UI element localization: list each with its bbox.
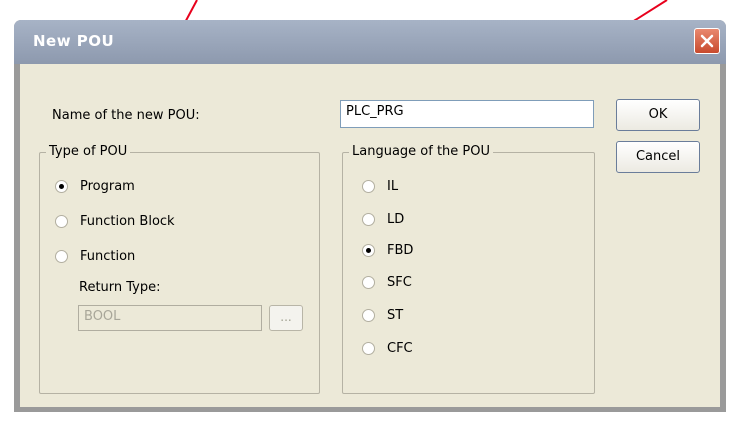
radio-ld[interactable]: LD <box>362 212 404 227</box>
radio-cfc[interactable]: CFC <box>362 341 413 356</box>
radio-sfc-label: SFC <box>387 275 412 290</box>
radio-sfc[interactable]: SFC <box>362 275 412 290</box>
new-pou-dialog: New POU Name of the new POU: PLC_PRG OK … <box>14 20 726 412</box>
close-button[interactable] <box>694 28 720 54</box>
radio-cfc-label: CFC <box>387 341 413 356</box>
radio-program-label: Program <box>80 179 135 194</box>
browse-return-type-button: ... <box>269 305 303 331</box>
radio-function[interactable]: Function <box>55 249 135 264</box>
radio-fbd-label: FBD <box>387 243 414 258</box>
ok-button[interactable]: OK <box>616 99 700 131</box>
language-of-pou-group: Language of the POU IL LD FBD SFC ST CFC <box>342 143 595 394</box>
radio-ld-dot[interactable] <box>362 213 375 226</box>
type-of-pou-group: Type of POU Program Function Block Funct… <box>39 143 320 394</box>
close-icon <box>700 34 714 48</box>
radio-function-block[interactable]: Function Block <box>55 214 175 229</box>
radio-st-label: ST <box>387 308 404 323</box>
title-bar[interactable]: New POU <box>14 20 726 64</box>
language-group-title: Language of the POU <box>349 143 494 161</box>
radio-function-dot[interactable] <box>55 250 68 263</box>
radio-function-block-label: Function Block <box>80 214 175 229</box>
radio-program[interactable]: Program <box>55 179 135 194</box>
type-group-title: Type of POU <box>46 143 131 161</box>
radio-st[interactable]: ST <box>362 308 403 323</box>
radio-fbd[interactable]: FBD <box>362 243 413 258</box>
return-type-input: BOOL <box>78 305 262 331</box>
pou-name-input[interactable]: PLC_PRG <box>340 100 594 128</box>
radio-program-dot[interactable] <box>55 180 68 193</box>
radio-sfc-dot[interactable] <box>362 276 375 289</box>
radio-function-block-dot[interactable] <box>55 215 68 228</box>
radio-il-label: IL <box>387 179 399 194</box>
radio-il[interactable]: IL <box>362 179 398 194</box>
radio-st-dot[interactable] <box>362 309 375 322</box>
radio-il-dot[interactable] <box>362 180 375 193</box>
radio-function-label: Function <box>80 249 136 264</box>
name-label: Name of the new POU: <box>52 108 200 123</box>
cancel-button[interactable]: Cancel <box>616 141 700 173</box>
dialog-title: New POU <box>33 32 115 50</box>
radio-fbd-dot[interactable] <box>362 244 375 257</box>
return-type-label: Return Type: <box>79 280 161 295</box>
radio-cfc-dot[interactable] <box>362 342 375 355</box>
dialog-client-area: Name of the new POU: PLC_PRG OK Cancel T… <box>20 64 720 407</box>
radio-ld-label: LD <box>387 212 405 227</box>
